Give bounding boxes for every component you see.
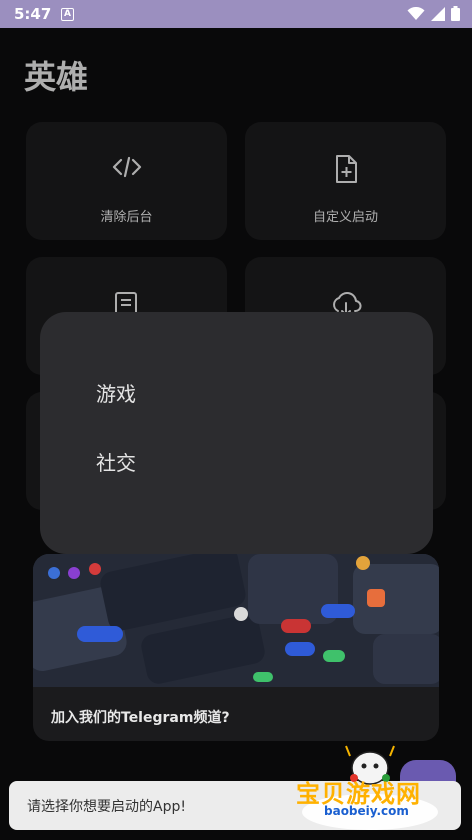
category-dialog: 游戏 社交 [40,312,433,554]
dialog-item-social[interactable]: 社交 [96,447,136,476]
status-bar: 5:47 A [0,0,472,28]
dialog-item-game[interactable]: 游戏 [96,378,136,407]
telegram-banner[interactable]: 加入我们的Telegram频道? [33,554,439,741]
watermark-logo: 宝贝游戏网 baobeiy.com [292,744,442,836]
wifi-icon [407,6,425,20]
signal-icon [431,6,445,21]
banner-caption: 加入我们的Telegram频道? [51,710,230,726]
notification-icon: A [61,8,74,21]
status-icons [407,6,460,21]
battery-icon [451,6,460,21]
watermark-url: baobeiy.com [324,804,409,818]
toast-text: 请选择你想要启动的App! [27,799,186,815]
status-time: 5:47 [14,5,52,23]
banner-image [33,554,439,687]
